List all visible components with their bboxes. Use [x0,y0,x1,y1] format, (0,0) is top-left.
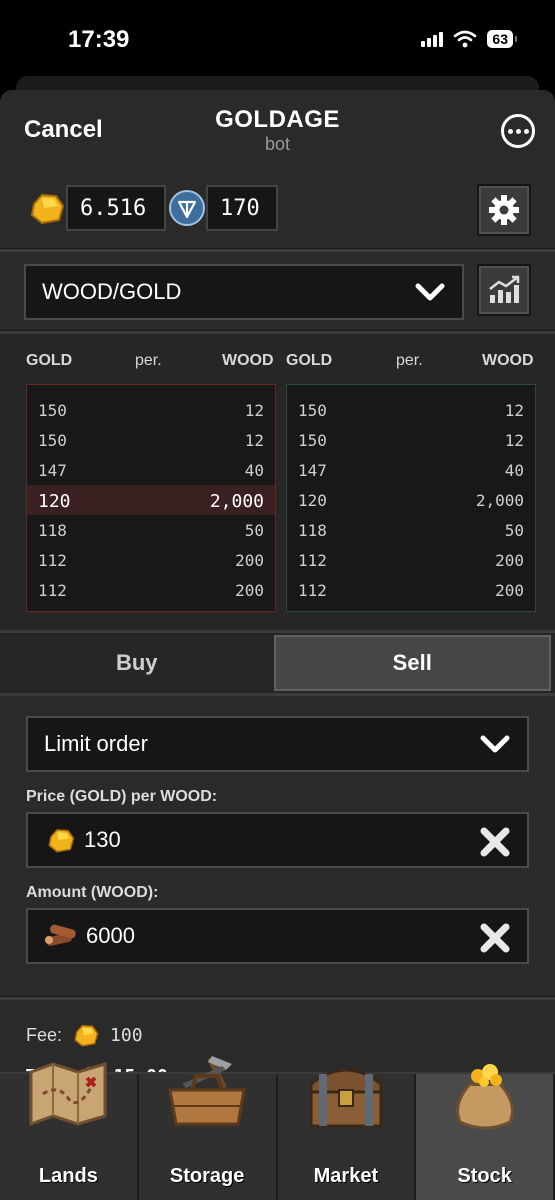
wifi-icon [454,30,477,48]
tab-buy[interactable]: Buy [0,633,274,693]
gold-balance-value: 6.516 [66,185,166,231]
more-dot-icon [507,128,513,134]
chevron-down-icon [415,283,445,301]
sell-header-per: per. [135,352,162,369]
sell-header-wood: WOOD [222,352,274,369]
nav-storage[interactable]: Storage [138,1056,278,1200]
app-subtitle: bot [264,134,291,154]
nav-lands[interactable]: Lands [0,1061,139,1200]
price-input[interactable]: 130 [26,812,529,868]
toolbox-icon [168,1056,246,1126]
signal-icon [421,31,444,47]
nav-market-label: Market [313,1165,379,1187]
sell-order-row[interactable]: 112 200 [27,545,275,575]
pair-row: WOOD/GOLD [0,252,555,330]
gold-nugget-icon [74,1024,99,1047]
price-label: Price (GOLD) per WOOD: [26,788,218,805]
order-type-label: Limit order [44,731,148,756]
buy-order-row[interactable]: 112 200 [287,575,535,605]
gold-nugget-icon [48,829,75,853]
buy-header-gold: GOLD [286,352,333,369]
gold-nugget-icon [30,193,65,225]
tab-sell[interactable]: Sell [273,635,551,691]
wood-logs-icon [45,924,76,946]
fee-label: Fee: [26,1024,63,1045]
ton-coin-icon [169,190,205,226]
bottom-nav: Lands Storage Market Stock [0,1056,555,1200]
more-options-button[interactable] [501,114,535,148]
gold-sack-icon [455,1064,514,1130]
ton-balance-value: 170 [206,185,278,231]
battery-icon: 63 [487,30,517,48]
order-form: Limit order Price (GOLD) per WOOD: 130 A… [0,696,555,996]
more-dot-icon [523,128,529,134]
order-type-dropdown[interactable]: Limit order [26,716,529,772]
pair-selected-label: WOOD/GOLD [42,279,182,304]
buy-order-row[interactable]: 118 50 [287,515,535,545]
amount-input[interactable]: 6000 [26,908,529,964]
sell-order-row[interactable]: 112 200 [27,575,275,605]
chevron-down-icon [480,735,510,753]
fee-row: Fee: 100 [26,1022,143,1048]
settings-button[interactable] [477,184,531,236]
amount-value: 6000 [86,923,135,948]
balances-bar: 6.516 170 [0,170,555,248]
more-dot-icon [515,128,521,134]
ton-balance: 170 [168,185,278,231]
nav-stock[interactable]: Stock [416,1064,555,1200]
buy-header-per: per. [396,352,423,369]
buy-order-row[interactable]: 120 2,000 [287,485,535,515]
buy-header-wood: WOOD [482,352,534,369]
chart-button[interactable] [477,264,531,316]
sell-order-row[interactable]: 150 12 [27,395,275,425]
app-title: GOLDAGE [215,106,340,133]
sell-order-row[interactable]: 118 50 [27,515,275,545]
sell-order-row[interactable]: 150 12 [27,425,275,455]
gear-icon [489,195,519,225]
status-bar: 17:39 63 [0,0,555,80]
buy-order-row[interactable]: 150 12 [287,425,535,455]
chest-icon [309,1068,383,1128]
clear-icon[interactable] [479,826,511,858]
nav-lands-label: Lands [38,1165,98,1187]
sell-orders-list: 150 12 150 12 147 40 120 2,000 118 50 112 200 … [26,384,276,612]
header: Cancel GOLDAGE bot [0,90,555,170]
clear-icon[interactable] [479,922,511,954]
amount-label: Amount (WOOD): [26,884,159,901]
status-time: 17:39 [68,26,130,53]
map-icon [29,1061,107,1127]
price-value: 130 [84,827,121,852]
buy-order-row[interactable]: 147 40 [287,455,535,485]
status-icons: 63 [421,30,517,48]
sell-order-row[interactable]: 147 40 [27,455,275,485]
chart-icon [489,275,520,303]
trade-side-tabs: Buy Sell [0,630,555,696]
fee-value: 100 [110,1024,143,1046]
buy-order-row[interactable]: 150 12 [287,395,535,425]
sell-order-row-highlighted[interactable]: 120 2,000 [27,485,275,515]
nav-market[interactable]: Market [277,1068,417,1200]
buy-orders-list: 150 12 150 12 147 40 120 2,000 118 50 112 200 … [286,384,536,612]
buy-order-row[interactable]: 112 200 [287,545,535,575]
order-book: GOLD per. WOOD GOLD per. WOOD 150 12 150 1… [0,334,555,630]
app-sheet: Cancel GOLDAGE bot 6.516 170 WOOD/GOLD G… [0,90,555,1200]
nav-stock-label: Stock [457,1165,512,1187]
pair-dropdown[interactable]: WOOD/GOLD [24,264,464,320]
sell-header-gold: GOLD [26,352,73,369]
gold-balance: 6.516 [28,185,166,231]
nav-storage-label: Storage [169,1165,245,1187]
